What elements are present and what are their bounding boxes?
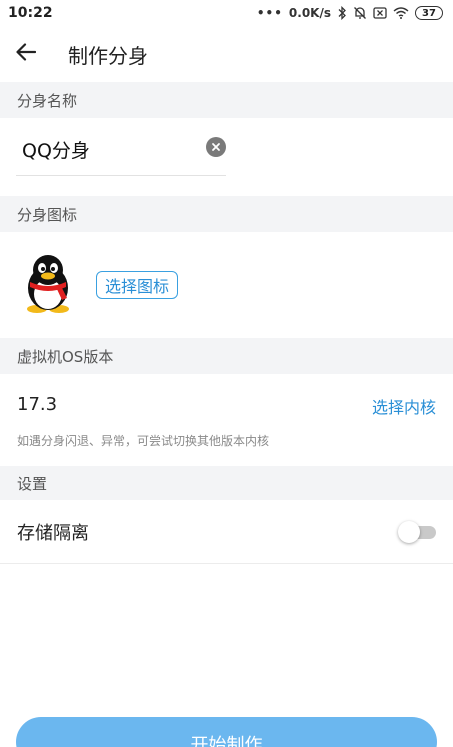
page-title: 制作分身 xyxy=(68,43,148,68)
back-button[interactable] xyxy=(0,26,52,82)
sim-off-icon xyxy=(373,7,387,19)
section-header-settings: 设置 xyxy=(0,466,453,500)
status-icons: ••• 0.0K/s 37 xyxy=(257,6,443,20)
storage-isolation-row: 存储隔离 xyxy=(0,500,453,564)
qq-penguin-icon xyxy=(20,254,76,314)
name-field[interactable]: QQ分身 xyxy=(16,118,226,176)
start-button[interactable]: 开始制作 xyxy=(16,717,437,747)
toggle-knob xyxy=(398,520,420,543)
status-time: 10:22 xyxy=(8,5,53,21)
dots-icon: ••• xyxy=(256,6,283,20)
header: 制作分身 xyxy=(0,26,453,82)
status-bar: 10:22 ••• 0.0K/s 37 xyxy=(0,0,453,26)
os-hint-text: 如遇分身闪退、异常，可尝试切换其他版本内核 xyxy=(17,434,270,448)
network-speed: 0.0K/s xyxy=(288,6,331,20)
storage-isolation-toggle[interactable] xyxy=(398,520,436,543)
name-input[interactable]: QQ分身 xyxy=(22,136,90,163)
battery-icon: 37 xyxy=(415,6,443,20)
section-header-icon: 分身图标 xyxy=(0,196,453,232)
section-header-os: 虚拟机OS版本 xyxy=(0,338,453,374)
storage-isolation-label: 存储隔离 xyxy=(17,522,89,544)
wifi-icon xyxy=(393,7,409,19)
section-header-name: 分身名称 xyxy=(0,82,453,118)
clear-icon[interactable] xyxy=(206,137,226,157)
bluetooth-icon xyxy=(337,6,347,20)
choose-icon-button[interactable]: 选择图标 xyxy=(96,271,178,299)
os-version-value: 17.3 xyxy=(17,394,58,415)
mute-bell-icon xyxy=(353,6,367,20)
arrow-left-icon xyxy=(16,43,37,65)
choose-kernel-link[interactable]: 选择内核 xyxy=(372,394,436,418)
